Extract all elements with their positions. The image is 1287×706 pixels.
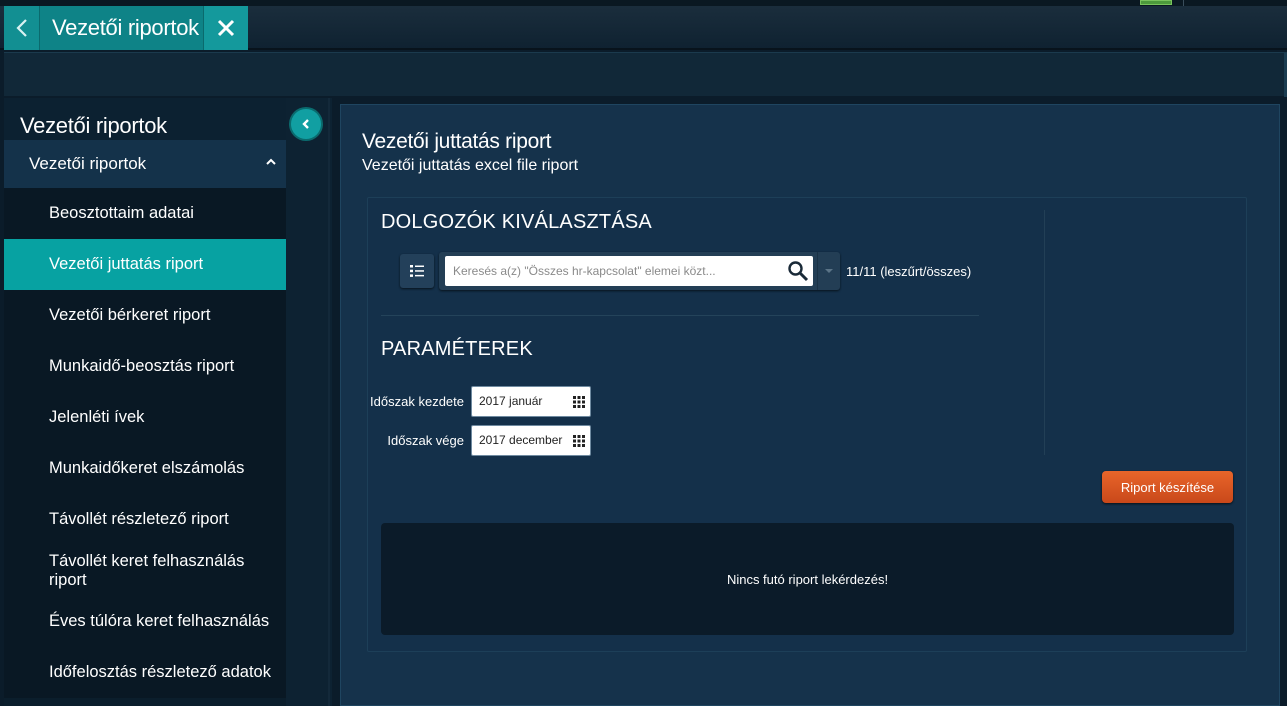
section-divider: [381, 315, 979, 316]
main-panel: Vezetői juttatás riport Vezetői juttatás…: [340, 104, 1280, 706]
sidebar-item[interactable]: Beosztottaim adatai: [4, 188, 286, 239]
sidebar-item[interactable]: Vezetői bérkeret riport: [4, 290, 286, 341]
report-status-text: Nincs futó riport lekérdezés!: [726, 571, 889, 587]
sidebar-item[interactable]: Távollét részletező riport: [4, 494, 286, 545]
sidebar-item-label: Vezetői juttatás riport: [49, 255, 204, 273]
end-date-picker[interactable]: 2017 december: [471, 424, 591, 456]
end-date-row: Időszak vége 2017 december: [368, 424, 591, 456]
sidebar-item[interactable]: Munkaidőkeret elszámolás: [4, 443, 286, 494]
top-bar: Vezetői riportok: [0, 0, 1287, 50]
start-date-picker[interactable]: 2017 január: [471, 385, 591, 417]
sidebar-item-label: Távollét keret felhasználás riport: [49, 551, 245, 589]
generate-report-button[interactable]: Riport készítése: [1102, 471, 1233, 503]
sidebar-item-label: Munkaidőkeret elszámolás: [49, 459, 245, 477]
end-date-label: Időszak vége: [387, 432, 464, 448]
list-icon: [410, 265, 424, 277]
params-section-title: PARAMÉTEREK: [381, 338, 533, 360]
sidebar-item[interactable]: Időfelosztás részletező adatok: [4, 647, 286, 698]
start-date-label: Időszak kezdete: [370, 393, 464, 409]
sidebar-item-label: Távollét részletező riport: [49, 510, 229, 528]
close-button[interactable]: [203, 6, 248, 50]
sidebar-group-header[interactable]: Vezetői riportok: [4, 140, 286, 188]
sidebar-item-label: Időfelosztás részletező adatok: [49, 663, 271, 681]
title-bar: Vezetői riportok: [4, 6, 248, 50]
card-divider: [1044, 210, 1045, 455]
calendar-icon[interactable]: [573, 434, 585, 447]
sidebar-title: Vezetői riportok: [4, 98, 286, 140]
caret-down-icon: [825, 268, 833, 273]
sidebar-group-label: Vezetői riportok: [29, 154, 147, 173]
sub-toolbar: [4, 52, 1287, 97]
top-separator: [1183, 0, 1184, 6]
sidebar-item-label: Éves túlóra keret felhasználás: [49, 612, 270, 630]
sidebar-item[interactable]: Távollét keret felhasználás riport: [4, 545, 286, 596]
employee-count: 11/11 (leszűrt/összes): [846, 263, 972, 279]
sidebar: Vezetői riportok Vezetői riportok Beoszt…: [4, 98, 286, 706]
sidebar-gutter: [286, 98, 332, 706]
employee-filter-row: 11/11 (leszűrt/összes): [400, 252, 971, 290]
chevron-left-icon: [302, 119, 309, 129]
sidebar-item-label: Munkaidő-beosztás riport: [49, 357, 235, 375]
right-edge: [1283, 98, 1287, 706]
sidebar-item[interactable]: Éves túlóra keret felhasználás: [4, 596, 286, 647]
start-date-row: Időszak kezdete 2017 január: [368, 385, 591, 417]
report-subtitle: Vezetői juttatás excel file riport: [362, 157, 579, 174]
page-title: Vezetői riportok: [40, 6, 203, 50]
status-indicator: [1140, 0, 1172, 5]
sidebar-item[interactable]: Jelenléti ívek: [4, 392, 286, 443]
sidebar-item-label: Beosztottaim adatai: [49, 204, 194, 222]
back-button[interactable]: [4, 6, 40, 50]
report-status-panel: Nincs futó riport lekérdezés!: [381, 523, 1234, 635]
sidebar-menu: Beosztottaim adatai Vezetői juttatás ripo…: [4, 188, 286, 698]
collapse-sidebar-button[interactable]: [291, 109, 321, 139]
chevron-left-icon: [15, 19, 27, 37]
search-dropdown-button[interactable]: [817, 252, 840, 290]
employees-section-title: DOLGOZÓK KIVÁLASZTÁSA: [381, 211, 652, 233]
sidebar-item-label: Vezetői bérkeret riport: [49, 306, 211, 324]
search-input[interactable]: [445, 256, 813, 286]
end-date-value: 2017 december: [479, 433, 563, 447]
sidebar-item-label: Jelenléti ívek: [49, 408, 145, 426]
search-icon[interactable]: [787, 260, 809, 282]
start-date-value: 2017 január: [479, 394, 543, 408]
chevron-up-icon: [266, 158, 276, 165]
sidebar-item[interactable]: Vezetői juttatás riport: [4, 239, 286, 290]
sidebar-item[interactable]: Munkaidő-beosztás riport: [4, 341, 286, 392]
calendar-icon[interactable]: [573, 395, 585, 408]
close-icon: [217, 19, 235, 37]
gutter-line: [328, 98, 330, 706]
report-title: Vezetői juttatás riport: [362, 130, 552, 153]
list-view-button[interactable]: [400, 254, 434, 288]
search-box: [439, 252, 840, 290]
report-card: DOLGOZÓK KIVÁLASZTÁSA Keresés a(z) "Össz…: [367, 197, 1247, 652]
